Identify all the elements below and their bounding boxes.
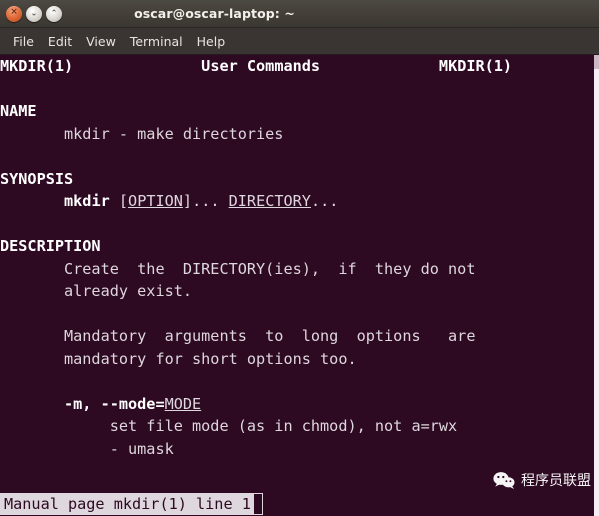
menu-item-file[interactable]: File [6,32,41,51]
vertical-scrollbar[interactable] [594,55,599,516]
chevron-up-icon: ⌃ [50,8,58,17]
synopsis-ellipsis: ... [310,192,339,210]
manpage-header-left: MKDIR(1) [0,57,74,75]
menu-item-edit[interactable]: Edit [41,32,79,51]
menu-item-view[interactable]: View [79,32,123,51]
name-body-line: mkdir - make directories [0,124,284,143]
menu-item-terminal[interactable]: Terminal [123,32,190,51]
watermark-label: 程序员联盟 [521,473,591,489]
close-icon: ✕ [10,7,18,18]
mandatory-line-1: Mandatory arguments to long options are [0,327,476,345]
header-gap-2 [320,57,439,75]
window-controls: ✕ ⌄ ⌃ [0,5,62,22]
section-heading-synopsis: SYNOPSIS [0,168,594,191]
option-indent [0,395,64,413]
synopsis-heading-text: SYNOPSIS [0,169,74,188]
maximize-button[interactable]: ⌃ [46,5,62,22]
description-line-2: already exist. [0,282,193,300]
option-mode-line: -m, --mode=MODE [0,393,594,416]
option-mode-flag: -m, --mode= [64,394,165,413]
manpage-header-line: MKDIR(1) User Commands MKDIR(1) [0,55,594,78]
mandatory-line-2: mandatory for short options too. [0,349,357,368]
wechat-icon [493,471,515,490]
manpage-status-bar: Manual page mkdir(1) line 1 [0,492,263,516]
synopsis-command: mkdir [64,192,119,210]
window-titlebar: ✕ ⌄ ⌃ oscar@oscar-laptop: ~ [0,0,599,28]
option-mode-arg: MODE [164,394,202,413]
scrollbar-thumb[interactable] [594,55,599,69]
synopsis-bracket-open: [ [118,192,129,210]
status-bar-text: Manual page mkdir(1) line 1 [0,493,253,515]
window-title: oscar@oscar-laptop: ~ [134,6,295,21]
close-button[interactable]: ✕ [6,5,22,22]
description-heading-text: DESCRIPTION [0,237,101,255]
synopsis-indent [0,192,64,210]
manpage-content: MKDIR(1) User Commands MKDIR(1) NAME mkd… [0,55,594,516]
text-cursor [252,493,263,515]
chevron-down-icon: ⌄ [30,8,38,17]
menubar: File Edit View Terminal Help [0,28,599,55]
minimize-button[interactable]: ⌄ [26,5,42,22]
name-heading-text: NAME [0,102,37,120]
header-gap-1 [73,57,201,75]
terminal-window: ✕ ⌄ ⌃ oscar@oscar-laptop: ~ File Edit Vi… [0,0,599,516]
synopsis-body-line: mkdir [OPTION]... DIRECTORY... [0,190,594,213]
terminal-area[interactable]: MKDIR(1) User Commands MKDIR(1) NAME mkd… [0,55,599,516]
option-desc-line-1: set file mode (as in chmod), not a=rwx [0,417,458,435]
manpage-header-center: User Commands [201,57,321,75]
menu-item-help[interactable]: Help [190,32,233,51]
watermark: 程序员联盟 [493,470,591,490]
manpage-header-right: MKDIR(1) [438,57,513,75]
option-desc-line-2: - umask [0,439,174,458]
section-heading-name: NAME [0,100,594,123]
synopsis-option-arg: OPTION [128,192,183,210]
section-heading-description: DESCRIPTION [0,235,594,258]
description-line-1: Create the DIRECTORY(ies), if they do no… [0,259,476,278]
synopsis-bracket-close: ]... [182,192,229,210]
synopsis-directory-arg: DIRECTORY [228,192,311,210]
